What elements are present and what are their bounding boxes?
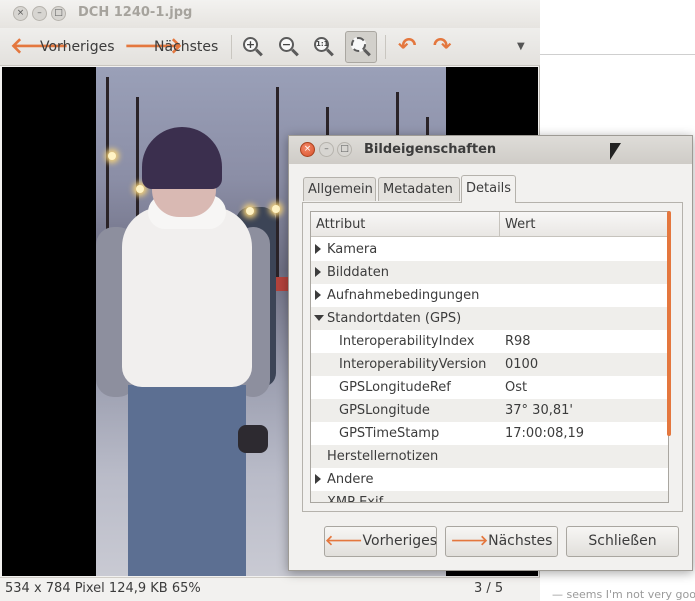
tree-header: Attribut Wert (311, 212, 668, 237)
column-header-value[interactable]: Wert (505, 217, 536, 232)
tree-row-value: 0100 (505, 357, 539, 372)
viewer-window-title: DCH 1240-1.jpg (78, 5, 193, 20)
tree-row[interactable]: Standortdaten (GPS) (311, 307, 668, 330)
rotate-left-icon[interactable]: ↶ (398, 35, 416, 59)
tree-row-attribute: Standortdaten (GPS) (327, 311, 462, 326)
tree-scrollbar[interactable] (667, 211, 671, 436)
dialog-previous-button[interactable]: 🡐Vorheriges (324, 526, 437, 557)
tree-row-attribute: GPSLongitudeRef (339, 380, 451, 395)
viewer-minimize-button[interactable]: – (32, 6, 47, 21)
tree-row-attribute: Aufnahmebedingungen (327, 288, 480, 303)
arrow-right-icon: 🡒 (450, 533, 489, 549)
tree-row-value: R98 (505, 334, 531, 349)
dialog-maximize-icon[interactable]: □ (337, 142, 352, 157)
expander-closed-icon[interactable] (315, 244, 321, 254)
tree-row[interactable]: GPSLongitude 37° 30,81' (311, 399, 668, 422)
tree-row-attribute: GPSTimeStamp (339, 426, 440, 441)
tree-row-value: Ost (505, 380, 528, 395)
zoom-in-icon[interactable]: + (242, 36, 264, 58)
column-separator[interactable] (499, 212, 500, 237)
tree-row-attribute: InteroperabilityIndex (339, 334, 475, 349)
tree-row-attribute: Herstellernotizen (327, 449, 439, 464)
zoom-out-icon[interactable]: − (278, 36, 300, 58)
zoom-fit-icon[interactable] (350, 36, 372, 58)
tab-metadaten[interactable]: Metadaten (378, 177, 460, 201)
tab-details[interactable]: Details (461, 175, 516, 203)
next-button[interactable]: Nächstes (154, 39, 218, 55)
tree-row-attribute: GPSLongitude (339, 403, 430, 418)
dialog-minimize-icon[interactable]: – (319, 142, 334, 157)
tree-row[interactable]: GPSLongitudeRef Ost (311, 376, 668, 399)
arrow-left-icon: 🡐 (325, 533, 363, 549)
toolbar-separator (231, 35, 232, 59)
tree-row[interactable]: InteroperabilityVersion 0100 (311, 353, 668, 376)
tree-row[interactable]: Herstellernotizen (311, 445, 668, 468)
expander-open-icon[interactable] (314, 315, 324, 321)
dialog-close-icon[interactable]: × (300, 142, 315, 157)
tree-row-value: 17:00:08,19 (505, 426, 585, 441)
tree-row-attribute: Kamera (327, 242, 378, 257)
toolbar-menu-icon[interactable]: ▼ (517, 41, 525, 52)
image-position-status: 3 / 5 (474, 581, 504, 596)
background-divider (540, 54, 695, 55)
viewer-close-button[interactable]: × (13, 6, 28, 21)
expander-closed-icon[interactable] (315, 474, 321, 484)
tree-row[interactable]: GPSTimeStamp 17:00:08,19 (311, 422, 668, 445)
column-header-attribute[interactable]: Attribut (316, 217, 365, 232)
details-tree[interactable]: Attribut Wert Kamera Bilddaten Aufnahmebed… (310, 211, 669, 503)
dialog-title: Bildeigenschaften (364, 142, 497, 157)
expander-closed-icon[interactable] (315, 290, 321, 300)
tree-row-attribute: Bilddaten (327, 265, 389, 280)
dialog-next-button[interactable]: 🡒Nächstes (445, 526, 558, 557)
tab-allgemein[interactable]: Allgemein (303, 177, 376, 201)
tree-row[interactable]: XMP Exif (311, 491, 668, 503)
previous-button[interactable]: Vorheriges (40, 39, 115, 55)
rotate-right-icon[interactable]: ↷ (433, 35, 451, 59)
background-caption: — seems I'm not very goo (552, 588, 695, 601)
image-info-status: 534 x 784 Pixel 124,9 KB 65% (5, 581, 201, 596)
tree-row[interactable]: Bilddaten (311, 261, 668, 284)
zoom-normal-icon[interactable]: 1:1 (313, 36, 335, 58)
toolbar-separator (385, 35, 386, 59)
tree-row-attribute: InteroperabilityVersion (339, 357, 487, 372)
tree-row[interactable]: Andere (311, 468, 668, 491)
tree-row-attribute: Andere (327, 472, 374, 487)
expander-closed-icon[interactable] (315, 267, 321, 277)
viewer-maximize-button[interactable]: □ (51, 6, 66, 21)
tree-row[interactable]: Aufnahmebedingungen (311, 284, 668, 307)
tree-row[interactable]: Kamera (311, 238, 668, 261)
tree-row-attribute: XMP Exif (327, 495, 384, 503)
tree-row[interactable]: InteroperabilityIndex R98 (311, 330, 668, 353)
tree-row-value: 37° 30,81' (505, 403, 573, 418)
mouse-cursor (610, 143, 621, 160)
dialog-close-button[interactable]: Schließen (566, 526, 679, 557)
